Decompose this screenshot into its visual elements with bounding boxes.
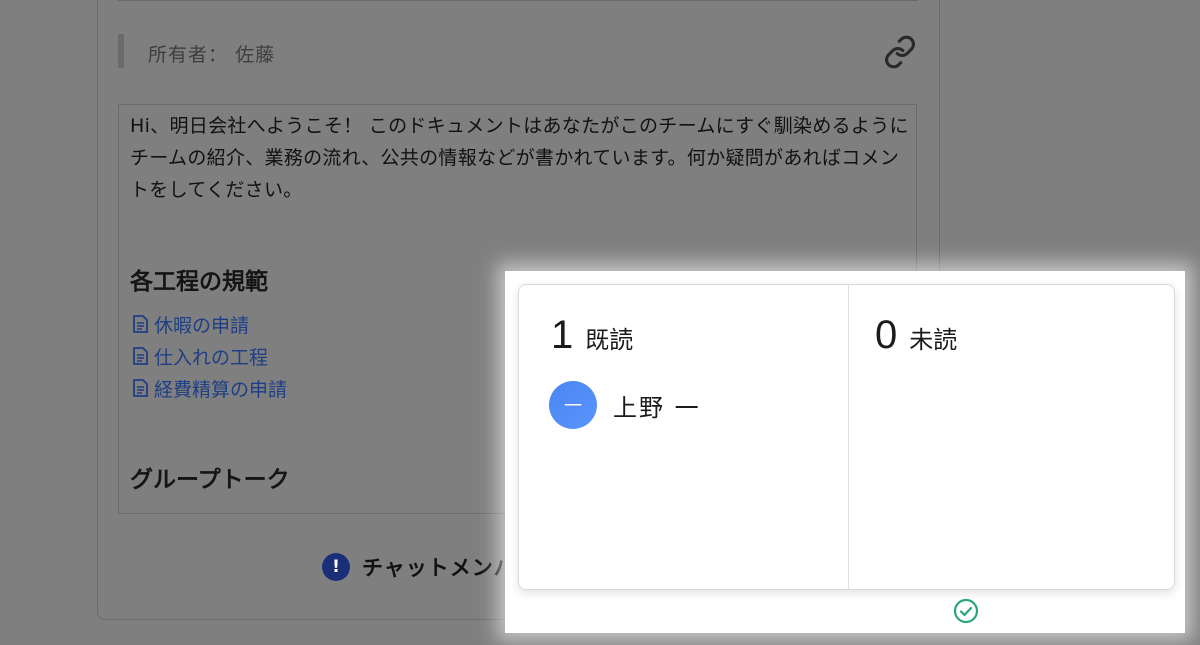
file-icon xyxy=(133,315,148,333)
reader-name: 上野 一 xyxy=(613,393,701,422)
reader-item[interactable]: 一 上野 一 xyxy=(549,381,701,429)
avatar: 一 xyxy=(549,381,597,429)
section-heading-rules: 各工程の規範 xyxy=(130,269,268,295)
check-circle-icon[interactable] xyxy=(953,598,979,624)
unread-label: 未読 xyxy=(909,326,958,354)
owner-name: 佐藤 xyxy=(235,44,276,66)
chat-member-notice: ! チャットメンバ xyxy=(322,552,516,582)
file-icon xyxy=(133,379,148,397)
doc-link-label: 経費精算の申請 xyxy=(154,378,288,401)
unread-header: 0 未読 xyxy=(875,313,957,358)
document-links: 休暇の申請 仕入れの工程 経費精算の申請 xyxy=(133,308,287,404)
read-label: 既読 xyxy=(585,326,634,354)
doc-link-label: 仕入れの工程 xyxy=(154,346,269,369)
doc-link-leave-request[interactable]: 休暇の申請 xyxy=(133,308,287,340)
read-column: 1 既読 一 上野 一 xyxy=(519,285,849,589)
doc-link-expense-request[interactable]: 経費精算の申請 xyxy=(133,372,287,404)
link-icon[interactable] xyxy=(883,35,917,69)
exclamation-icon: ! xyxy=(322,553,350,581)
file-icon xyxy=(133,347,148,365)
unread-count: 0 xyxy=(875,313,898,357)
divider xyxy=(118,0,918,1)
document-intro: Hi、明日会社へようこそ！ このドキュメントはあなたがこのチームにすぐ馴染めるよ… xyxy=(130,115,909,201)
owner-line: 所有者： 佐藤 xyxy=(148,40,275,67)
read-header: 1 既読 xyxy=(551,313,633,358)
unread-column: 0 未読 xyxy=(849,285,1174,589)
owner-accent-bar xyxy=(118,34,124,68)
read-count: 1 xyxy=(551,313,574,357)
owner-label: 所有者： xyxy=(148,44,229,66)
section-heading-group-talk: グループトーク xyxy=(130,467,290,493)
doc-link-purchasing-process[interactable]: 仕入れの工程 xyxy=(133,340,287,372)
read-status-popover: 1 既読 一 上野 一 0 未読 xyxy=(518,284,1175,590)
chat-member-text: チャットメンバ xyxy=(362,556,516,580)
doc-link-label: 休暇の申請 xyxy=(154,314,250,337)
